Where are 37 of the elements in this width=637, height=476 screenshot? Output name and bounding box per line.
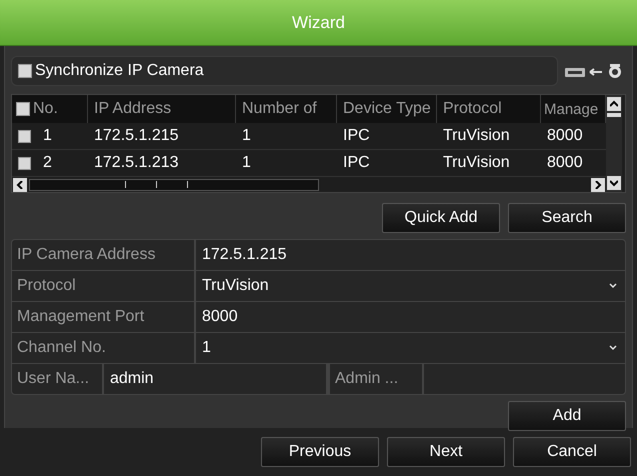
sync-checkbox[interactable]: Synchronize IP Camera	[11, 56, 558, 86]
wizard-button[interactable]: Cancel	[513, 437, 631, 467]
input-field[interactable]: 8000	[196, 302, 625, 332]
table-cell-text: 172.5.1.213	[93, 153, 180, 173]
table-cell-text: TruVision	[442, 153, 511, 173]
input-field[interactable]: 172.5.1.215	[196, 240, 625, 270]
table-cell-text: IPC	[342, 153, 371, 173]
field-label: Channel No.	[12, 333, 196, 363]
dropdown[interactable]: 1	[196, 333, 625, 363]
field-label: Protocol	[12, 271, 196, 301]
field-label: IP Camera Address	[12, 240, 196, 270]
column-header[interactable]: No.	[12, 95, 88, 123]
table-cell-text: 172.5.1.215	[93, 126, 180, 146]
table-cell-text: 1	[241, 153, 252, 173]
column-header[interactable]: Protocol	[437, 95, 541, 123]
wizard-button[interactable]: Next	[387, 437, 505, 467]
table-cell-text: 8000	[546, 153, 584, 173]
field-label: Admin ...	[330, 364, 424, 394]
table-cell-text: 1	[241, 126, 252, 146]
dropdown[interactable]: TruVision	[196, 271, 625, 301]
field-label: Management Port	[12, 302, 196, 332]
action-button[interactable]: Quick Add	[382, 203, 500, 233]
checkbox-label: Synchronize IP Camera	[35, 62, 204, 80]
table-cell: 2	[12, 150, 88, 176]
table-cell-text: 8000	[546, 126, 584, 146]
column-header[interactable]: Device Type	[337, 95, 437, 123]
wizard-button[interactable]: Previous	[261, 437, 379, 467]
table-cell: 1	[12, 123, 88, 149]
column-header[interactable]: Number of	[236, 95, 337, 123]
column-header[interactable]: IP Address	[88, 95, 236, 123]
field-label: User Na...	[12, 364, 104, 394]
table-cell-text: TruVision	[442, 126, 511, 146]
table-cell-text: IPC	[342, 126, 371, 146]
add-button[interactable]: Add	[508, 401, 626, 431]
action-button[interactable]: Search	[508, 203, 626, 233]
input-field[interactable]: admin	[104, 364, 330, 394]
window-title: Wizard	[0, 0, 637, 46]
